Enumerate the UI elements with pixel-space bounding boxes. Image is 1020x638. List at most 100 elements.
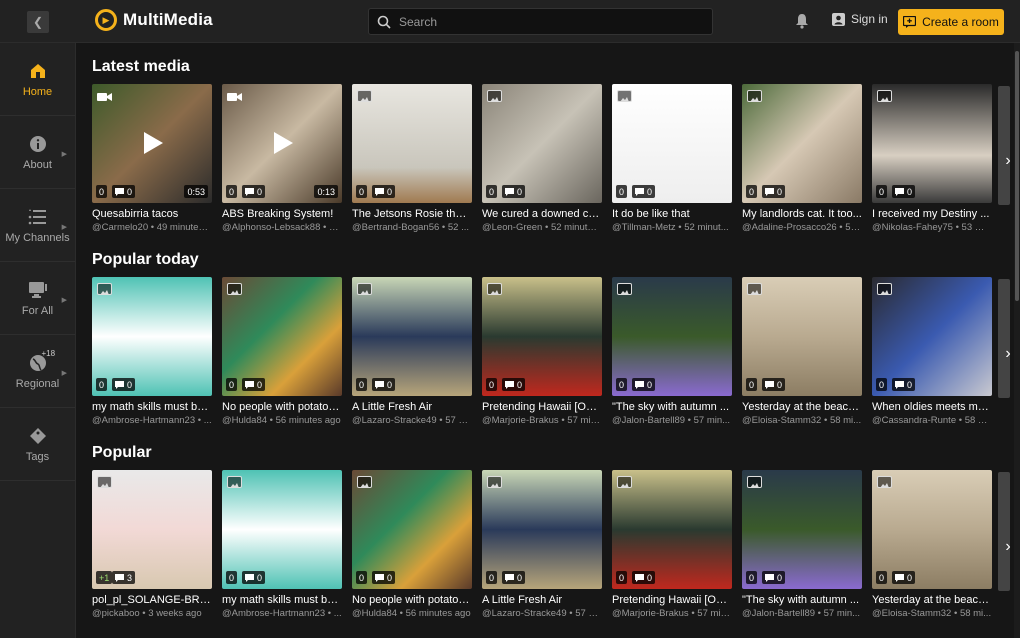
media-meta[interactable]: @Marjorie-Brakus • 57 min... [612, 608, 732, 619]
media-thumbnail[interactable]: 00 [222, 277, 342, 396]
media-thumbnail[interactable]: 00 [872, 277, 992, 396]
media-thumbnail[interactable]: 00 [352, 470, 472, 589]
sidebar-item-home[interactable]: Home [0, 43, 75, 116]
search-input[interactable] [399, 14, 699, 29]
media-meta[interactable]: @Tillman-Metz • 52 minut... [612, 222, 732, 233]
media-card[interactable]: +1 3 pol_pl_SOLANGE-BRU... @pickaboo • 3 we… [92, 470, 212, 619]
media-title[interactable]: my math skills must be... [222, 594, 342, 606]
media-thumbnail[interactable]: 00 [742, 470, 862, 589]
create-room-button[interactable]: Create a room [898, 9, 1004, 35]
media-meta[interactable]: @Eloisa-Stamm32 • 58 mi... [872, 608, 992, 619]
media-title[interactable]: I received my Destiny ... [872, 208, 992, 220]
media-thumbnail[interactable]: 00 [872, 470, 992, 589]
collapse-sidebar-button[interactable]: ❮ [27, 11, 49, 33]
notifications-button[interactable] [795, 13, 809, 34]
media-meta[interactable]: @Ambrose-Hartmann23 • ... [222, 608, 342, 619]
play-icon[interactable] [139, 130, 165, 156]
sidebar-item-tags[interactable]: Tags [0, 408, 75, 481]
media-title[interactable]: The Jetsons Rosie the ... [352, 208, 472, 220]
media-card[interactable]: 0 0 0:13 ABS Breaking System! @Alphonso-Lebs… [222, 84, 342, 233]
media-meta[interactable]: @Ambrose-Hartmann23 • ... [92, 415, 212, 426]
media-title[interactable]: Pretending Hawaii [OC]... [612, 594, 732, 606]
media-meta[interactable]: @Lazaro-Stracke49 • 57 m... [352, 415, 472, 426]
media-card[interactable]: 0 0 "The sky with autumn ... @Jalon-Bartell… [612, 277, 732, 426]
media-card[interactable]: 0 0 When oldies meets mo... @Cassandra-Runt… [872, 277, 992, 426]
media-thumbnail[interactable]: 00 [352, 277, 472, 396]
media-card[interactable]: 0 0 Pretending Hawaii [OC]... @Marjorie-Bra… [612, 470, 732, 619]
play-icon[interactable] [269, 130, 295, 156]
media-meta[interactable]: @Cassandra-Runte • 58 mi... [872, 415, 992, 426]
media-thumbnail[interactable]: 00 [482, 277, 602, 396]
media-thumbnail[interactable]: 00 [742, 84, 862, 203]
media-title[interactable]: Yesterday at the beach... [872, 594, 992, 606]
media-card[interactable]: 0 0 No people with potatoe... @Hulda84 • 56… [222, 277, 342, 426]
media-title[interactable]: No people with potatoe... [222, 401, 342, 413]
media-title[interactable]: We cured a downed ca... [482, 208, 602, 220]
media-title[interactable]: A Little Fresh Air [482, 594, 602, 606]
media-card[interactable]: 0 0 The Jetsons Rosie the ... @Bertrand-Bog… [352, 84, 472, 233]
media-meta[interactable]: @Alphonso-Lebsack88 • 4... [222, 222, 342, 233]
media-meta[interactable]: @Lazaro-Stracke49 • 57 m... [482, 608, 602, 619]
media-card[interactable]: 0 0 Yesterday at the beach... @Eloisa-Stamm… [872, 470, 992, 619]
media-thumbnail[interactable]: 00 [222, 470, 342, 589]
media-title[interactable]: A Little Fresh Air [352, 401, 472, 413]
media-title[interactable]: Quesabirria tacos [92, 208, 212, 220]
media-thumbnail[interactable]: 00 [482, 84, 602, 203]
media-meta[interactable]: @Leon-Green • 52 minutes... [482, 222, 602, 233]
sign-in-button[interactable]: Sign in [832, 12, 888, 26]
logo[interactable]: ▶ MultiMedia [95, 9, 213, 31]
media-card[interactable]: 00 A Little Fresh Air @Lazaro-Stracke49 • … [482, 470, 602, 619]
media-title[interactable]: Pretending Hawaii [OC]... [482, 401, 602, 413]
scrollbar[interactable] [1014, 43, 1020, 638]
media-meta[interactable]: @Carmelo20 • 49 minutes ... [92, 222, 212, 233]
sidebar-item-regional[interactable]: +18 Regional ▶ [0, 335, 75, 408]
media-thumbnail[interactable]: 00 [612, 84, 732, 203]
media-card[interactable]: 0 0 Pretending Hawaii [OC]... @Marjorie-Bra… [482, 277, 602, 426]
media-card[interactable]: 0 0 my math skills must be... @Ambrose-Hart… [222, 470, 342, 619]
media-meta[interactable]: @Hulda84 • 56 minutes ago [222, 415, 342, 426]
media-title[interactable]: When oldies meets mo... [872, 401, 992, 413]
media-title[interactable]: "The sky with autumn ... [612, 401, 732, 413]
media-meta[interactable]: @Marjorie-Brakus • 57 min... [482, 415, 602, 426]
media-card[interactable]: 0 0 No people with potatoe... @Hulda84 • 56… [352, 470, 472, 619]
media-card[interactable]: 0 0 "The sky with autumn ... @Jalon-Bartell… [742, 470, 862, 619]
media-meta[interactable]: @Jalon-Bartell89 • 57 min... [612, 415, 732, 426]
media-thumbnail[interactable]: 00 [612, 470, 732, 589]
media-card[interactable]: 0 0 0:53 Quesabirria tacos @Carmelo20 • 49 m… [92, 84, 212, 233]
media-meta[interactable]: @Bertrand-Bogan56 • 52 ... [352, 222, 472, 233]
media-title[interactable]: It do be like that [612, 208, 732, 220]
media-thumbnail[interactable]: 00 [612, 277, 732, 396]
media-card[interactable]: 0 0 It do be like that @Tillman-Metz • 52 m… [612, 84, 732, 233]
media-title[interactable]: pol_pl_SOLANGE-BRU... [92, 594, 212, 606]
media-thumbnail[interactable]: +1 3 [92, 470, 212, 589]
media-meta[interactable]: @Jalon-Bartell89 • 57 min... [742, 608, 862, 619]
media-thumbnail[interactable]: 00 [742, 277, 862, 396]
media-title[interactable]: my math skills must be... [92, 401, 212, 413]
media-card[interactable]: 0 0 my math skills must be... @Ambrose-Hart… [92, 277, 212, 426]
scroll-right-button[interactable]: › [1001, 344, 1015, 364]
media-meta[interactable]: @Nikolas-Fahey75 • 53 mi... [872, 222, 992, 233]
media-meta[interactable]: @Hulda84 • 56 minutes ago [352, 608, 472, 619]
media-title[interactable]: Yesterday at the beach... [742, 401, 862, 413]
media-thumbnail[interactable]: 00 [352, 84, 472, 203]
sidebar-item-for-all[interactable]: For All ▶ [0, 262, 75, 335]
media-card[interactable]: 00 A Little Fresh Air @Lazaro-Stracke49 • … [352, 277, 472, 426]
media-thumbnail[interactable]: 0 0 0:13 [222, 84, 342, 203]
media-title[interactable]: "The sky with autumn ... [742, 594, 862, 606]
media-thumbnail[interactable]: 00 [482, 470, 602, 589]
media-thumbnail[interactable]: 00 [872, 84, 992, 203]
sidebar-item-about[interactable]: About ▶ [0, 116, 75, 189]
media-card[interactable]: 00 I received my Destiny ... @Nikolas-Fahe… [872, 84, 992, 233]
media-meta[interactable]: @Eloisa-Stamm32 • 58 mi... [742, 415, 862, 426]
media-thumbnail[interactable]: 00 [92, 277, 212, 396]
media-card[interactable]: 0 0 Yesterday at the beach... @Eloisa-Stamm… [742, 277, 862, 426]
media-card[interactable]: 0 0 We cured a downed ca... @Leon-Green • 5… [482, 84, 602, 233]
media-title[interactable]: ABS Breaking System! [222, 208, 342, 220]
media-thumbnail[interactable]: 0 0 0:53 [92, 84, 212, 203]
media-title[interactable]: My landlords cat. It too... [742, 208, 862, 220]
scroll-right-button[interactable]: › [1001, 151, 1015, 171]
media-title[interactable]: No people with potatoe... [352, 594, 472, 606]
media-meta[interactable]: @pickaboo • 3 weeks ago [92, 608, 212, 619]
scroll-right-button[interactable]: › [1001, 537, 1015, 557]
media-meta[interactable]: @Adaline-Prosacco26 • 53... [742, 222, 862, 233]
